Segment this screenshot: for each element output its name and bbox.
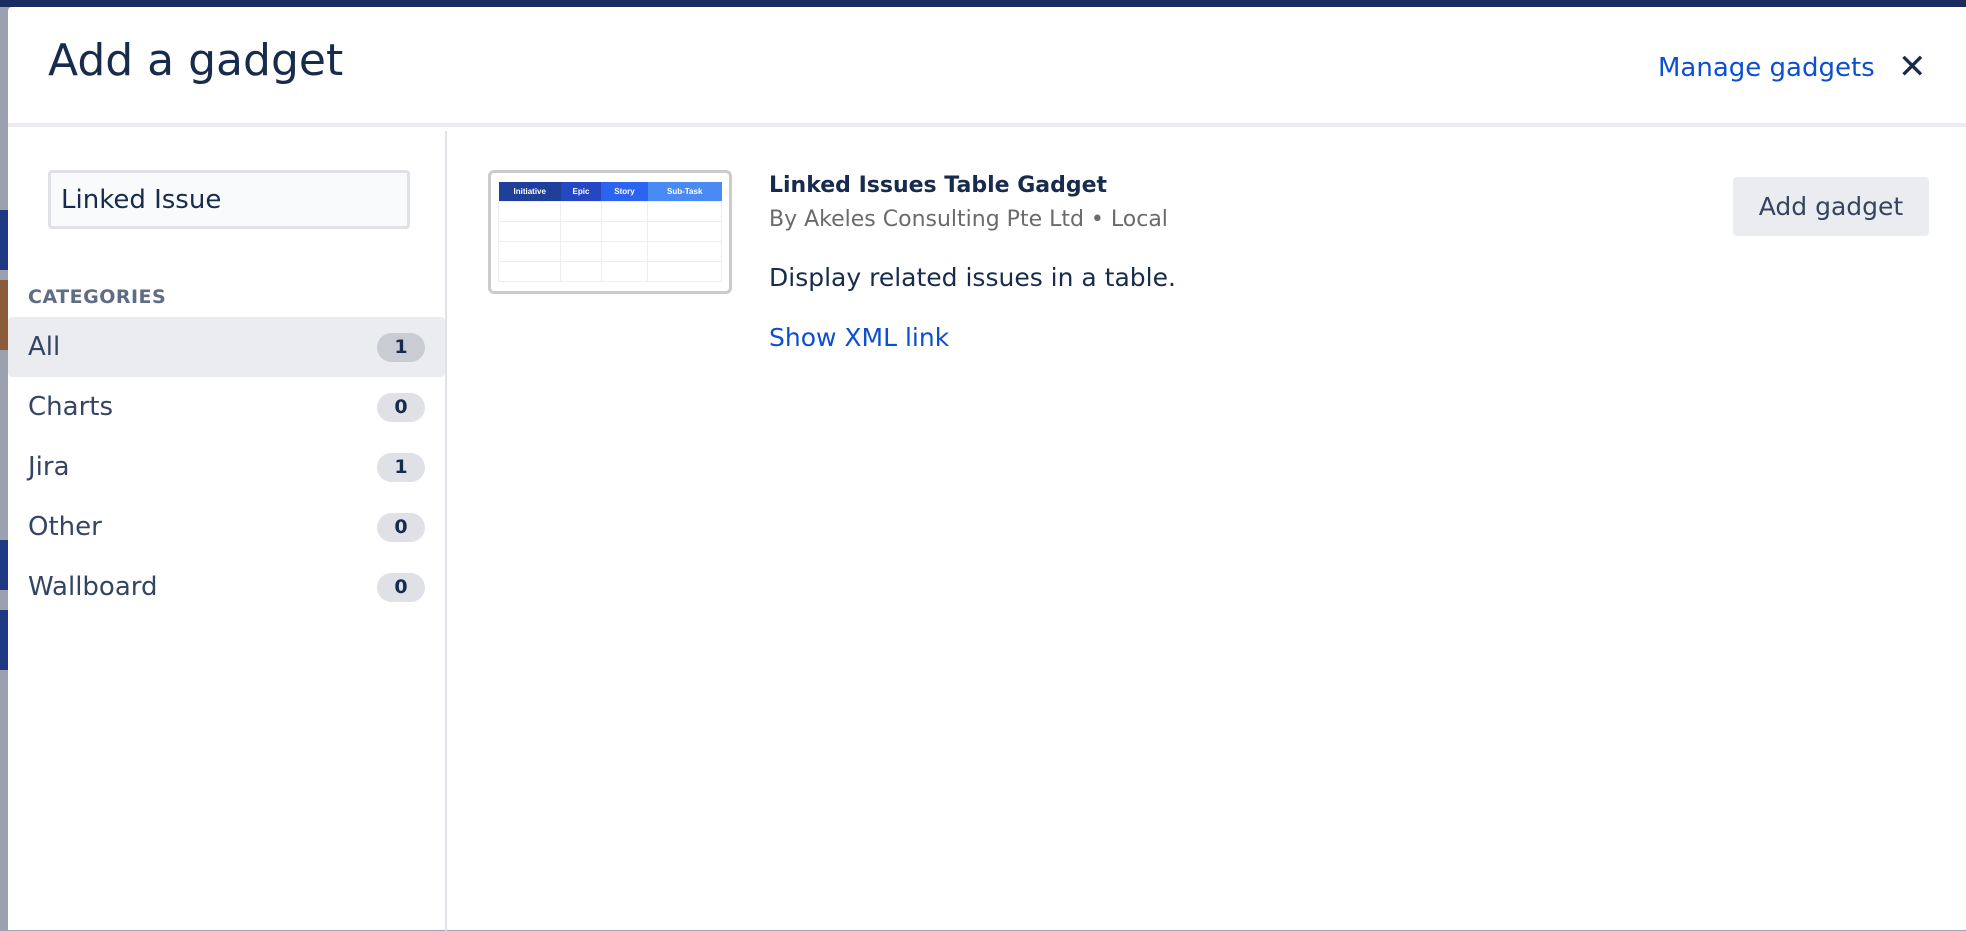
category-item-wallboard[interactable]: Wallboard 0 <box>8 557 445 617</box>
category-label: Jira <box>28 452 70 482</box>
close-icon[interactable]: ✕ <box>1898 47 1927 87</box>
gadget-author: By Akeles Consulting Pte Ltd • Local <box>769 207 1168 232</box>
background-page <box>0 610 8 670</box>
category-label: All <box>28 332 61 362</box>
categories-heading: CATEGORIES <box>28 286 167 308</box>
add-gadget-dialog: Add a gadget Manage gadgets ✕ CATEGORIES… <box>8 7 1966 931</box>
thumbnail-column-header: Epic <box>560 182 602 201</box>
background-page <box>0 210 8 270</box>
thumbnail-column-header: Story <box>601 182 648 201</box>
dialog-header: Add a gadget Manage gadgets ✕ <box>8 7 1966 127</box>
manage-gadgets-link[interactable]: Manage gadgets <box>1658 53 1875 83</box>
category-label: Wallboard <box>28 572 158 602</box>
add-gadget-button[interactable]: Add gadget <box>1733 177 1929 236</box>
category-label: Other <box>28 512 102 542</box>
thumbnail-column-header: Sub-Task <box>647 182 722 201</box>
show-xml-link[interactable]: Show XML link <box>769 323 949 352</box>
category-list: All 1 Charts 0 Jira 1 Other 0 Wallboard 0 <box>8 317 445 617</box>
gadget-thumbnail: Initiative Epic Story Sub-Task <box>488 170 732 294</box>
dialog-title: Add a gadget <box>48 35 344 86</box>
search-input[interactable] <box>48 170 410 229</box>
category-item-jira[interactable]: Jira 1 <box>8 437 445 497</box>
background-page <box>0 540 8 590</box>
sidebar: CATEGORIES All1Charts0Jira1Other0Wallboa… <box>8 131 447 931</box>
background-page <box>0 280 8 350</box>
category-item-all[interactable]: All 1 <box>8 317 445 377</box>
gadget-title: Linked Issues Table Gadget <box>769 173 1108 198</box>
background-top-bar <box>0 0 1966 7</box>
thumbnail-column-header: Initiative <box>498 182 561 201</box>
category-item-other[interactable]: Other 0 <box>8 497 445 557</box>
category-count-badge: 1 <box>377 452 425 482</box>
category-count-badge: 1 <box>377 332 425 362</box>
category-item-charts[interactable]: Charts 0 <box>8 377 445 437</box>
category-count-badge: 0 <box>377 512 425 542</box>
category-count-badge: 0 <box>377 392 425 422</box>
category-label: Charts <box>28 392 113 422</box>
gadget-description: Display related issues in a table. <box>769 263 1176 292</box>
category-count-badge: 0 <box>377 572 425 602</box>
